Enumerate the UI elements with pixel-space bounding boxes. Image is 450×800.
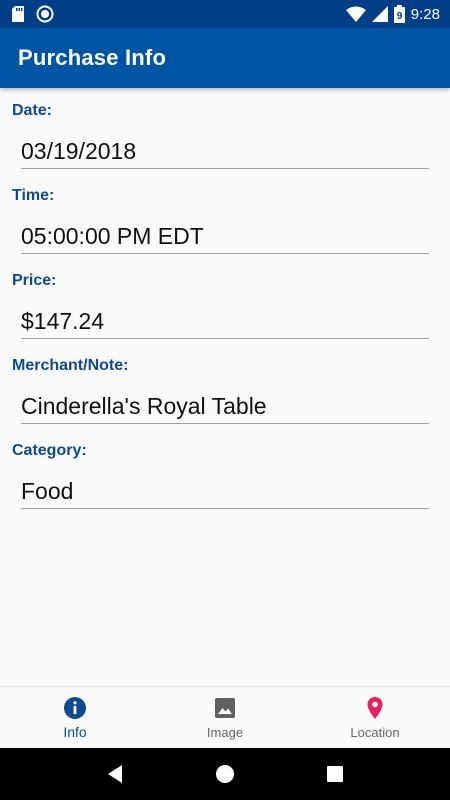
time-underline (21, 253, 429, 254)
back-icon (108, 765, 122, 783)
tab-info-label: Info (63, 724, 87, 740)
category-underline (21, 508, 429, 509)
info-icon (64, 697, 86, 719)
tab-info[interactable]: Info (0, 687, 150, 748)
date-underline (21, 168, 429, 169)
tab-image-label: Image (206, 725, 244, 740)
system-nav-bar (0, 748, 450, 800)
merchant-input[interactable]: Cinderella's Royal Table (21, 393, 267, 419)
app-bar: Purchase Info (0, 28, 450, 88)
tab-location[interactable]: Location (300, 687, 450, 748)
recents-button[interactable] (315, 754, 355, 794)
price-label: Price: (12, 272, 57, 289)
wifi-icon (345, 6, 366, 22)
battery-level: 9 (397, 11, 403, 22)
battery-icon: 9 (393, 5, 405, 23)
time-field: Time: 05:00:00 PM EDT (0, 173, 450, 258)
purchase-form: Date: 03/19/2018 Time: 05:00:00 PM EDT P… (0, 88, 450, 513)
status-time: 9:28 (410, 5, 440, 23)
date-field: Date: 03/19/2018 (0, 88, 450, 173)
status-bar: 9 9:28 (0, 0, 450, 28)
home-button[interactable] (205, 754, 245, 794)
category-input[interactable]: Food (21, 478, 73, 504)
back-button[interactable] (95, 754, 135, 794)
category-field: Category: Food (0, 428, 450, 513)
status-right: 9 9:28 (345, 5, 440, 23)
bottom-nav: Info Image Location (0, 686, 450, 748)
status-left (12, 5, 54, 23)
tab-location-label: Location (350, 725, 400, 740)
price-input[interactable]: $147.24 (21, 308, 104, 334)
recents-icon (327, 766, 343, 782)
category-label: Category: (12, 442, 87, 459)
image-icon (215, 698, 235, 718)
price-field: Price: $147.24 (0, 258, 450, 343)
merchant-underline (21, 423, 429, 424)
time-label: Time: (12, 187, 55, 204)
time-input[interactable]: 05:00:00 PM EDT (21, 223, 204, 249)
sync-icon (36, 5, 54, 23)
page-title: Purchase Info (18, 45, 167, 70)
home-icon (216, 765, 234, 783)
date-input[interactable]: 03/19/2018 (21, 138, 136, 164)
sd-card-icon (12, 6, 24, 22)
tab-image[interactable]: Image (150, 687, 300, 748)
price-underline (21, 338, 429, 339)
signal-icon (371, 6, 388, 22)
location-pin-icon (367, 697, 383, 719)
merchant-label: Merchant/Note: (12, 357, 129, 374)
date-label: Date: (12, 102, 53, 119)
merchant-field: Merchant/Note: Cinderella's Royal Table (0, 343, 450, 428)
